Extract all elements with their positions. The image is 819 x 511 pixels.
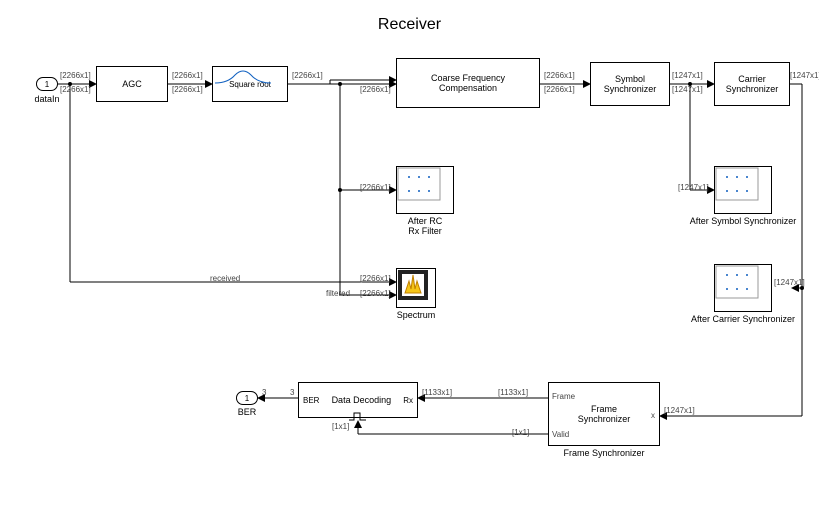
sig: [2266x1] [172, 71, 203, 80]
after-symsync-label: After Symbol Synchronizer [686, 216, 800, 226]
sig: [2266x1] [172, 85, 203, 94]
decode-rx: Rx [403, 396, 413, 405]
valid-port-label: Valid [552, 430, 569, 439]
block-after-symsync[interactable] [714, 166, 772, 214]
blk-text: Carrier Synchronizer [726, 74, 779, 94]
sig: [1247x1] [672, 85, 703, 94]
frame-in-label: x [651, 411, 655, 420]
inport-datain[interactable]: 1 [36, 77, 58, 91]
block-agc[interactable]: AGC [96, 66, 168, 102]
decode-mid: Data Decoding [332, 395, 392, 405]
sig: [2266x1] [60, 71, 91, 80]
after-carsync-label: After Carrier Synchronizer [686, 314, 800, 324]
after-rc-label: After RC Rx Filter [380, 216, 470, 236]
sig: [1247x1] [672, 71, 703, 80]
sig: [1x1] [332, 422, 349, 431]
canvas: Receiver 1 dataIn AGC Square root Coarse… [0, 0, 819, 511]
sig: [1247x1] [774, 278, 805, 287]
block-sqrt[interactable]: Square root [212, 66, 288, 102]
sig: [1247x1] [790, 71, 819, 80]
sig: [1133x1] [498, 388, 528, 397]
outport-ber[interactable]: 1 [236, 391, 258, 405]
sig: [2266x1] [544, 85, 575, 94]
block-after-carsync[interactable] [714, 264, 772, 312]
sig: 3 [262, 388, 266, 397]
sig: [2266x1] [360, 289, 391, 298]
sig: [2266x1] [60, 85, 91, 94]
frame-port-label: Frame [552, 392, 575, 401]
block-symsync[interactable]: Symbol Synchronizer [590, 62, 670, 106]
sig: [2266x1] [292, 71, 323, 80]
sig: 3 [290, 388, 294, 397]
port-num: 1 [45, 80, 49, 89]
block-spectrum[interactable] [396, 268, 436, 308]
trigger-icon [348, 412, 368, 422]
block-after-rc[interactable] [396, 166, 454, 214]
outport-ber-label: BER [222, 407, 272, 417]
blk-text: Symbol Synchronizer [604, 74, 657, 94]
block-cfc[interactable]: Coarse Frequency Compensation [396, 58, 540, 108]
sig: [1247x1] [664, 406, 695, 415]
spectrum-icon [397, 269, 429, 301]
inport-datain-label: dataIn [20, 94, 74, 104]
sig: filtered [326, 289, 350, 298]
sig: [2266x1] [360, 85, 391, 94]
spectrum-label: Spectrum [384, 310, 448, 320]
sig: [2266x1] [544, 71, 575, 80]
sig: [2266x1] [360, 274, 391, 283]
port-num: 1 [245, 394, 249, 403]
block-carsync[interactable]: Carrier Synchronizer [714, 62, 790, 106]
constellation-icon [715, 265, 759, 299]
framesync-label: Frame Synchronizer [548, 448, 660, 458]
constellation-icon [715, 167, 759, 201]
sig: [1247x1] [678, 183, 709, 192]
sig: [1x1] [512, 428, 529, 437]
blk-text: Coarse Frequency Compensation [431, 73, 505, 93]
sig: [1133x1] [422, 388, 452, 397]
decode-left: BER [303, 396, 319, 405]
sig: [2266x1] [360, 183, 391, 192]
sig: received [210, 274, 240, 283]
sqrt-curve-icon [213, 67, 273, 85]
blk-text: Frame Synchronizer [578, 404, 631, 424]
blk-text: AGC [122, 79, 142, 89]
constellation-icon [397, 167, 441, 201]
